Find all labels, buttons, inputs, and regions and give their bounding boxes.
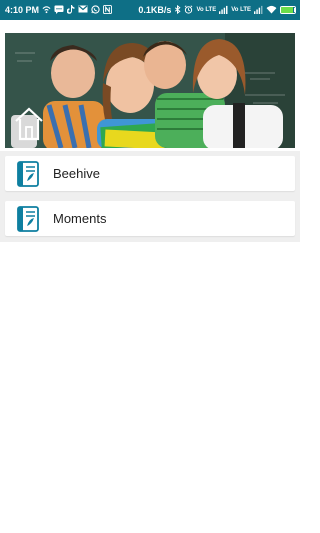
battery-body bbox=[280, 6, 296, 14]
list-item-beehive[interactable]: Beehive bbox=[5, 156, 295, 191]
whatsapp-icon bbox=[91, 4, 100, 16]
status-bar-left: 4:10 PM bbox=[5, 4, 113, 16]
signal-2-icon bbox=[254, 5, 263, 16]
book-icon bbox=[17, 160, 39, 187]
volte-label-1: Vo LTE bbox=[196, 7, 217, 13]
status-bar: 4:10 PM 0.1KB/s Vo LTE Vo LTE bbox=[0, 0, 300, 20]
list-item-moments[interactable]: Moments bbox=[5, 201, 295, 236]
n-icon bbox=[103, 4, 113, 16]
alarm-icon bbox=[184, 4, 193, 16]
book-icon bbox=[17, 205, 39, 232]
list-item-label: Moments bbox=[53, 211, 107, 226]
bluetooth-icon bbox=[174, 4, 181, 16]
volte-label-2: Vo LTE bbox=[231, 7, 251, 13]
status-bar-right: 0.1KB/s Vo LTE Vo LTE bbox=[138, 4, 296, 16]
book-list: Beehive Moments bbox=[0, 151, 300, 242]
students-photo bbox=[5, 33, 295, 148]
chat-icon bbox=[54, 5, 64, 16]
net-speed: 0.1KB/s bbox=[138, 5, 172, 15]
banner-image bbox=[5, 33, 295, 148]
status-time: 4:10 PM bbox=[5, 5, 40, 15]
battery-fill bbox=[281, 7, 293, 13]
list-item-label: Beehive bbox=[53, 166, 100, 181]
gmail-icon bbox=[78, 5, 88, 15]
wifi-icon bbox=[266, 5, 277, 16]
tiktok-icon bbox=[66, 4, 75, 16]
wifi-calling-icon bbox=[42, 5, 51, 16]
home-icon[interactable] bbox=[13, 105, 45, 143]
battery-icon bbox=[280, 6, 296, 14]
signal-1-icon bbox=[219, 5, 228, 16]
